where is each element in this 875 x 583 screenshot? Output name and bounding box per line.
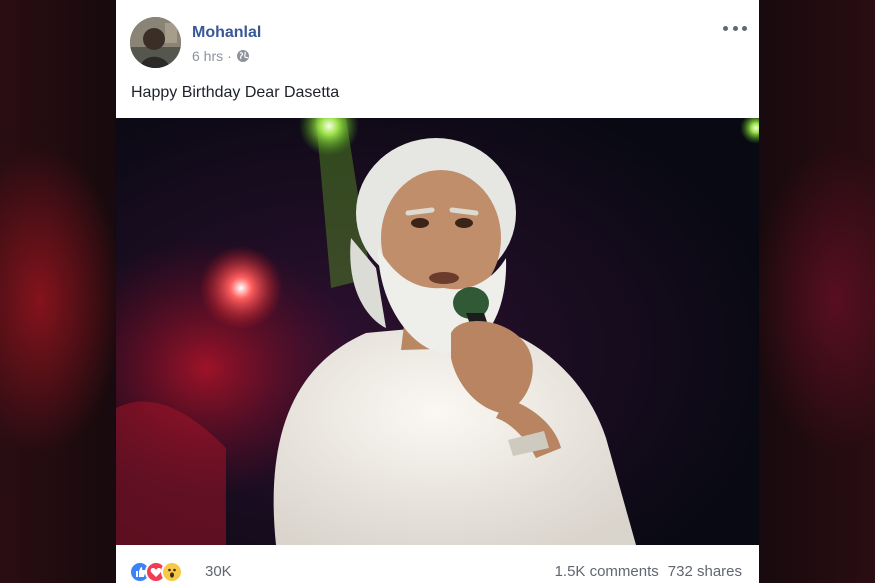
reactions-summary[interactable] — [129, 561, 183, 583]
post-time[interactable]: 6 hrs — [192, 48, 223, 64]
dot — [723, 25, 728, 31]
avatar-image — [130, 17, 181, 68]
post-meta: 6 hrs · — [192, 48, 250, 64]
globe-icon[interactable] — [236, 49, 250, 63]
shares-count[interactable]: 732 shares — [668, 563, 742, 580]
more-options-icon[interactable] — [723, 20, 747, 36]
dot — [732, 25, 738, 31]
engagement-stats: 1.5K comments 732 shares — [555, 563, 742, 580]
facebook-post-card: Mohanlal 6 hrs · Happy Birthday Dear Das… — [116, 0, 759, 583]
post-text: Happy Birthday Dear Dasetta — [131, 84, 340, 101]
wow-icon — [161, 561, 183, 583]
reaction-count[interactable]: 30K — [205, 563, 232, 580]
comments-count[interactable]: 1.5K comments — [555, 563, 659, 580]
meta-separator: · — [227, 48, 232, 64]
post-header: Mohanlal 6 hrs · Happy Birthday Dear Das… — [116, 0, 759, 118]
singer-photo — [116, 118, 759, 545]
author-avatar[interactable] — [130, 17, 181, 68]
dot — [742, 25, 747, 31]
post-photo[interactable] — [116, 118, 759, 545]
post-footer: 30K 1.5K comments 732 shares — [116, 545, 759, 583]
author-name[interactable]: Mohanlal — [192, 24, 261, 42]
